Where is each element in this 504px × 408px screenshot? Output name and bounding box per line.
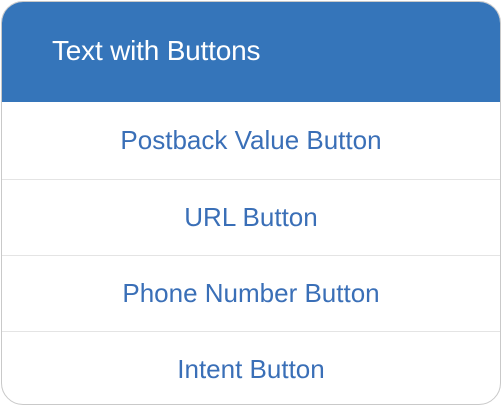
- message-card: Text with Buttons Postback Value Button …: [1, 1, 501, 405]
- intent-button[interactable]: Intent Button: [2, 331, 500, 404]
- url-button[interactable]: URL Button: [2, 179, 500, 255]
- phone-number-button[interactable]: Phone Number Button: [2, 255, 500, 331]
- button-list: Postback Value Button URL Button Phone N…: [2, 102, 500, 404]
- postback-value-button[interactable]: Postback Value Button: [2, 102, 500, 179]
- card-header: Text with Buttons: [2, 2, 500, 102]
- card-title: Text with Buttons: [52, 35, 261, 66]
